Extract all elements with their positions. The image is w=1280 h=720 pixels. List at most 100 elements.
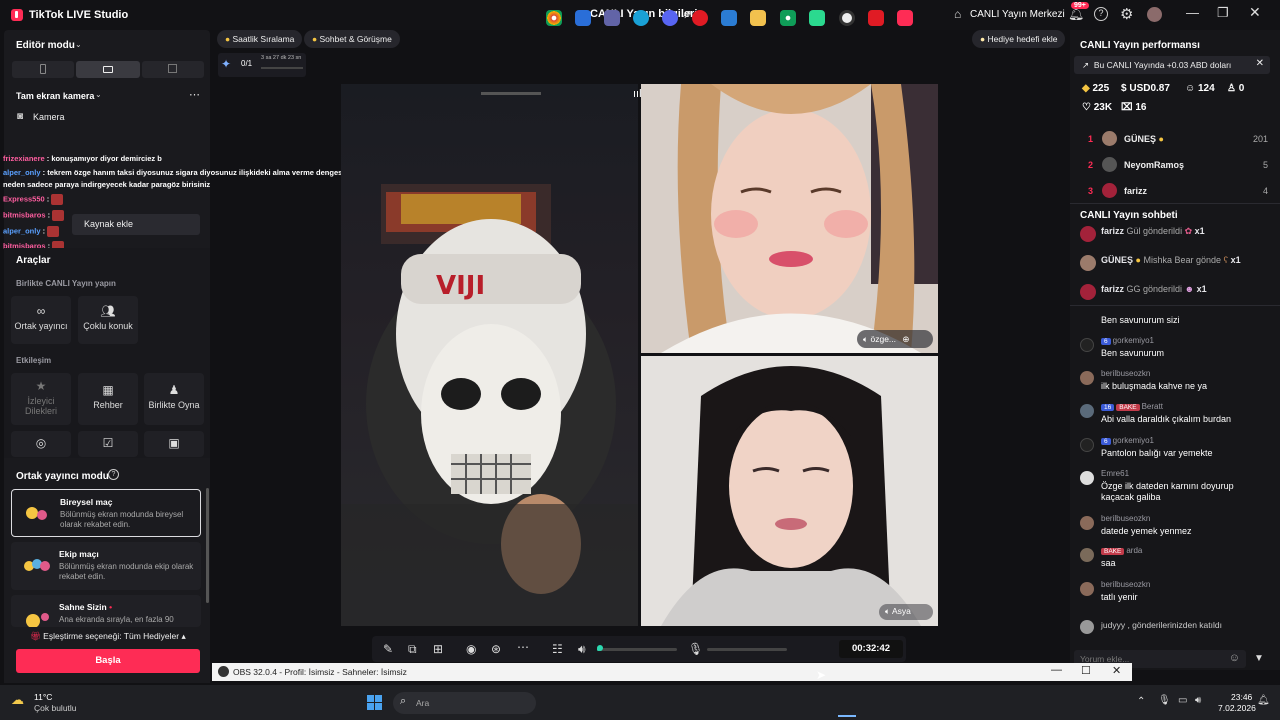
target-icon: ◎ [35,436,47,450]
settings-sliders-icon[interactable]: ☷ [552,642,563,656]
magic-wand-icon[interactable]: ✎ [383,642,393,656]
chat-call-pill[interactable]: ● Sohbet & Görüşme [304,30,400,48]
volume-icon[interactable]: 🔊︎ [578,642,586,657]
scrollbar[interactable] [206,488,209,603]
start-button[interactable]: Başla [16,649,200,673]
volume-knob[interactable] [597,645,603,651]
portrait-button[interactable] [12,61,74,78]
more-icon[interactable]: ⋯ [189,88,200,101]
tiktok-icon[interactable] [897,10,913,26]
discord-icon[interactable] [662,10,678,26]
mail-icon[interactable] [721,10,737,26]
restore-icon[interactable]: ☐ [1081,664,1091,677]
more-icon[interactable]: ⋯ [517,640,529,654]
chrome-alt-icon[interactable] [780,10,796,26]
ranking-row[interactable]: 2 NeyomRamoş 5 [1070,154,1280,178]
clock-date[interactable]: 7.02.2026 [1218,703,1256,713]
help-icon[interactable]: ? [108,469,119,480]
home-icon[interactable]: ⌂ [954,7,961,21]
filter-icon[interactable]: ▼ [1254,653,1264,664]
close-icon[interactable]: ✕ [1112,664,1121,677]
mode-stage[interactable]: Sahne Sizin • Ana ekranda sırayla, en faz… [11,595,201,627]
weather-text[interactable]: Çok bulutlu [34,703,77,713]
guest1-label[interactable]: 🔈︎ özge... ⊕ [857,330,933,348]
chevron-down-icon[interactable]: ⌄ [95,90,102,99]
guest2-label[interactable]: 🔈︎ Asya [879,604,933,620]
temperature[interactable]: 11°C [34,692,52,702]
share-icon[interactable]: ⇗ [682,7,692,21]
chat-title: CANLI Yayın sohbeti [1080,210,1178,221]
ranking-row[interactable]: 3 farizz 4 [1070,180,1280,204]
chat-message[interactable]: 6 gorkemiyo1 Ben savunurum [1080,336,1270,366]
guest-video-1 [641,84,938,353]
screen-add-icon[interactable]: ⊞ [433,642,443,656]
chevron-up-icon[interactable]: ⌃ [1137,696,1145,707]
target-tool[interactable]: ◎ [11,431,71,457]
notification-icon[interactable]: 🔔︎ [1257,695,1270,706]
network-icon[interactable]: ▭ [1178,695,1187,706]
record-icon[interactable]: ◉ [466,642,476,656]
obs-window-bar[interactable]: OBS 32.0.4 - Profil: İsimsiz - Sahneler:… [212,663,1132,681]
minimize-icon[interactable]: — [1186,5,1199,20]
multiguest-tool[interactable]: 👥︎ Çoklu konuk [78,296,138,344]
speaker-icon[interactable]: 🔊︎ [1195,695,1201,706]
chat-message[interactable]: BAKE arda saa [1080,546,1270,576]
chat-message[interactable]: berilbuseozkn datede yemek yenmez [1080,514,1270,544]
box-tool[interactable]: ▣ [144,431,204,457]
ranking-row[interactable]: 1 GÜNEŞ ● 201 [1070,128,1280,152]
gift-goal-widget[interactable]: ✦ 0/1 3 sa 27 dk 23 sn [218,53,306,77]
minimize-icon[interactable]: — [1051,664,1062,676]
mode-individual[interactable]: Bireysel maç Bölünmüş ekran modunda birey… [11,489,201,537]
guide-tool[interactable]: ▦ Rehber [78,373,138,425]
store-icon[interactable] [575,10,591,26]
windows-start-icon[interactable] [367,695,382,710]
mode-team[interactable]: Ekip maçı Bölünmüş ekran modunda ekip ola… [11,542,201,590]
play-together-tool[interactable]: ♟ Birlikte Oyna [144,373,204,425]
chat-message[interactable]: berilbuseozkn ilk buluşmada kahve ne ya [1080,369,1270,399]
clock-time[interactable]: 23:46 [1231,692,1252,702]
chat-message[interactable]: Emre61 Özge ilk dateden karnını doyurup k… [1080,469,1270,511]
camera-source-item[interactable]: Kamera [33,112,65,122]
chrome-icon[interactable] [546,10,562,26]
camera-section-title[interactable]: Tam ekran kamera [16,91,94,101]
editor-mode-label[interactable]: Editör modu [16,40,75,51]
search-box[interactable]: ⌕ Ara [393,692,536,714]
chat-message[interactable]: 6 gorkemiyo1 Pantolon balığı var yemekte [1080,436,1270,466]
edge-icon[interactable] [633,10,649,26]
microphone-icon[interactable]: 🎙︎ [688,642,703,656]
landscape-button[interactable] [76,61,140,78]
teams-icon[interactable] [604,10,620,26]
obs-icon[interactable] [839,10,855,26]
hourly-ranking-pill[interactable]: ● Saatlik Sıralama [217,30,303,48]
emoji-icon[interactable]: ☺ [1229,652,1240,664]
effects-icon[interactable]: ⊛ [491,642,501,656]
restore-icon[interactable]: ❐ [1217,5,1229,21]
chat-message[interactable]: 16 BAKE Beratt Abi valla daraldık çıkalım b… [1080,402,1270,432]
check-tool[interactable]: ☑ [78,431,138,457]
volume-slider[interactable] [597,648,677,651]
weather-icon[interactable]: ☁ [11,692,24,708]
gift-goal-pill[interactable]: ● Hediye hedefi ekle [972,30,1066,48]
viewer-wishes-tool[interactable]: ★ İzleyici Dilekleri [11,373,71,425]
coin-icon: ◆ [1082,83,1090,94]
gear-icon[interactable]: ⚙ [1120,5,1133,23]
help-icon[interactable]: ? [1094,7,1108,21]
add-source-button[interactable]: Kaynak ekle [72,214,200,235]
match-option[interactable]: 🎁︎ Eşleştirme seçeneği: Tüm Hediyeler ▴ [30,631,186,642]
close-icon[interactable]: ✕ [1249,4,1261,21]
mic-slider[interactable] [707,648,787,651]
layout-icon[interactable]: ⧉ [408,642,417,657]
opera-icon[interactable] [692,10,708,26]
rotate-button[interactable] [142,61,204,78]
cohost-tool[interactable]: ∞ Ortak yayıncı [11,296,71,344]
app-icon[interactable] [809,10,825,26]
chevron-down-icon[interactable]: ⌄ [75,40,82,49]
chat-message[interactable]: berilbuseozkn tatlı yenir [1080,580,1270,610]
folder-icon[interactable] [750,10,766,26]
live-center-link[interactable]: CANLI Yayın Merkezi [970,9,1065,20]
checkbox-icon: ☑ [102,436,114,450]
microphone-icon[interactable]: 🎙︎ [1158,695,1171,706]
avatar[interactable] [1147,7,1162,22]
earnings-banner[interactable]: ↗ Bu CANLI Yayında +0.03 ABD doları ✕ [1074,56,1270,74]
youtube-icon[interactable] [868,10,884,26]
